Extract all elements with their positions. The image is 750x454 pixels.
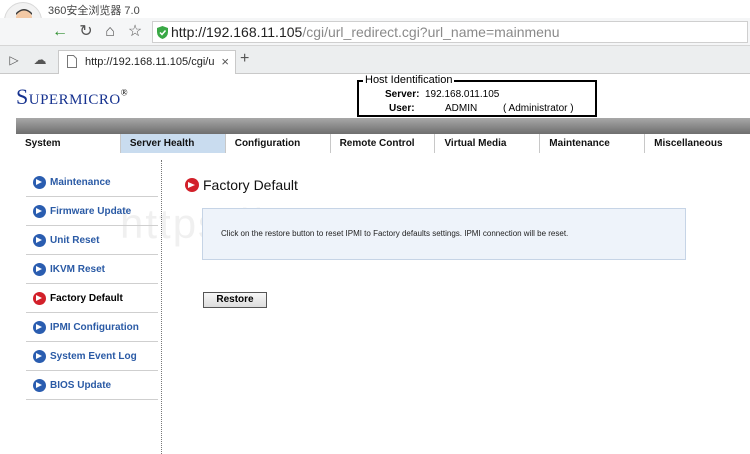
host-identification-box: Host Identification Server: 192.168.011.… bbox=[357, 74, 597, 117]
tab-title: http://192.168.11.105/cgi/u bbox=[85, 56, 215, 68]
sidebar-item-label: System Event Log bbox=[50, 351, 137, 362]
sidebar: Maintenance Firmware Update Unit Reset I… bbox=[26, 168, 158, 400]
sidebar-item-label: Maintenance bbox=[50, 177, 111, 188]
document-icon bbox=[67, 55, 77, 68]
browser-navbar: ← ↻ ⌂ ☆ http://192.168.11.105/cgi/url_re… bbox=[0, 18, 750, 46]
sidebar-item-label: IPMI Configuration bbox=[50, 322, 139, 333]
arrow-right-circle-icon bbox=[33, 321, 46, 334]
arrow-right-circle-icon bbox=[185, 178, 199, 192]
tab-close-icon[interactable]: × bbox=[221, 54, 229, 69]
server-label: Server: bbox=[385, 89, 420, 100]
restore-button[interactable]: Restore bbox=[203, 292, 267, 308]
menu-item-remote-control[interactable]: Remote Control bbox=[330, 134, 436, 153]
browser-tab[interactable]: http://192.168.11.105/cgi/u × bbox=[58, 50, 236, 74]
arrow-right-circle-icon bbox=[33, 292, 46, 305]
arrow-right-circle-icon bbox=[33, 205, 46, 218]
server-value: 192.168.011.105 bbox=[425, 89, 500, 100]
shield-icon bbox=[157, 26, 168, 39]
back-arrow-icon[interactable]: ← bbox=[50, 22, 70, 42]
menu-item-miscellaneous[interactable]: Miscellaneous bbox=[645, 134, 750, 153]
user-value: ADMIN bbox=[445, 103, 478, 114]
sidebar-item-factory-default[interactable]: Factory Default bbox=[26, 284, 158, 313]
host-identification-legend: Host Identification bbox=[363, 74, 455, 86]
menu-item-configuration[interactable]: Configuration bbox=[225, 134, 331, 153]
sidebar-item-firmware-update[interactable]: Firmware Update bbox=[26, 197, 158, 226]
sidebar-toggle-icon[interactable]: ▷ bbox=[4, 50, 24, 70]
sidebar-item-ikvm-reset[interactable]: IKVM Reset bbox=[26, 255, 158, 284]
sidebar-item-ipmi-configuration[interactable]: IPMI Configuration bbox=[26, 313, 158, 342]
menu-item-server-health[interactable]: Server Health bbox=[120, 134, 226, 153]
supermicro-logo: Supermicro® bbox=[16, 84, 129, 109]
arrow-right-circle-icon bbox=[33, 379, 46, 392]
sidebar-item-label: Unit Reset bbox=[50, 235, 100, 246]
header-gray-bar bbox=[16, 118, 750, 134]
home-icon[interactable]: ⌂ bbox=[100, 22, 120, 42]
sidebar-item-system-event-log[interactable]: System Event Log bbox=[26, 342, 158, 371]
sidebar-item-maintenance[interactable]: Maintenance bbox=[26, 168, 158, 197]
sidebar-item-unit-reset[interactable]: Unit Reset bbox=[26, 226, 158, 255]
arrow-right-circle-icon bbox=[33, 234, 46, 247]
sidebar-item-bios-update[interactable]: BIOS Update bbox=[26, 371, 158, 400]
sidebar-divider bbox=[161, 160, 162, 454]
menu-item-virtual-media[interactable]: Virtual Media bbox=[435, 134, 541, 153]
main-menu: System Server Health Configuration Remot… bbox=[16, 134, 750, 153]
sidebar-item-label: BIOS Update bbox=[50, 380, 112, 391]
browser-titlebar: 360安全浏览器 7.0 bbox=[0, 0, 750, 40]
page-title: Factory Default bbox=[203, 177, 298, 193]
reload-icon[interactable]: ↻ bbox=[76, 22, 96, 42]
address-bar[interactable]: http://192.168.11.105/cgi/url_redirect.c… bbox=[152, 21, 748, 43]
sidebar-item-label: Firmware Update bbox=[50, 206, 132, 217]
user-role: ( Administrator ) bbox=[503, 103, 574, 114]
url-text: http://192.168.11.105/cgi/url_redirect.c… bbox=[171, 24, 560, 40]
menu-item-maintenance[interactable]: Maintenance bbox=[540, 134, 646, 153]
info-box: Click on the restore button to reset IPM… bbox=[202, 208, 686, 260]
sidebar-item-label: Factory Default bbox=[50, 293, 123, 304]
new-tab-button[interactable]: + bbox=[240, 50, 249, 68]
star-icon[interactable]: ☆ bbox=[125, 22, 145, 42]
sidebar-item-label: IKVM Reset bbox=[50, 264, 106, 275]
arrow-right-circle-icon bbox=[33, 263, 46, 276]
user-label: User: bbox=[389, 103, 415, 114]
info-text: Click on the restore button to reset IPM… bbox=[221, 229, 569, 238]
arrow-right-circle-icon bbox=[33, 176, 46, 189]
arrow-right-circle-icon bbox=[33, 350, 46, 363]
cloud-icon[interactable]: ☁ bbox=[30, 50, 50, 70]
browser-tabbar: ▷ ☁ http://192.168.11.105/cgi/u × + bbox=[0, 46, 750, 74]
browser-name: 360安全浏览器 7.0 bbox=[48, 5, 140, 17]
menu-item-system[interactable]: System bbox=[16, 134, 121, 153]
